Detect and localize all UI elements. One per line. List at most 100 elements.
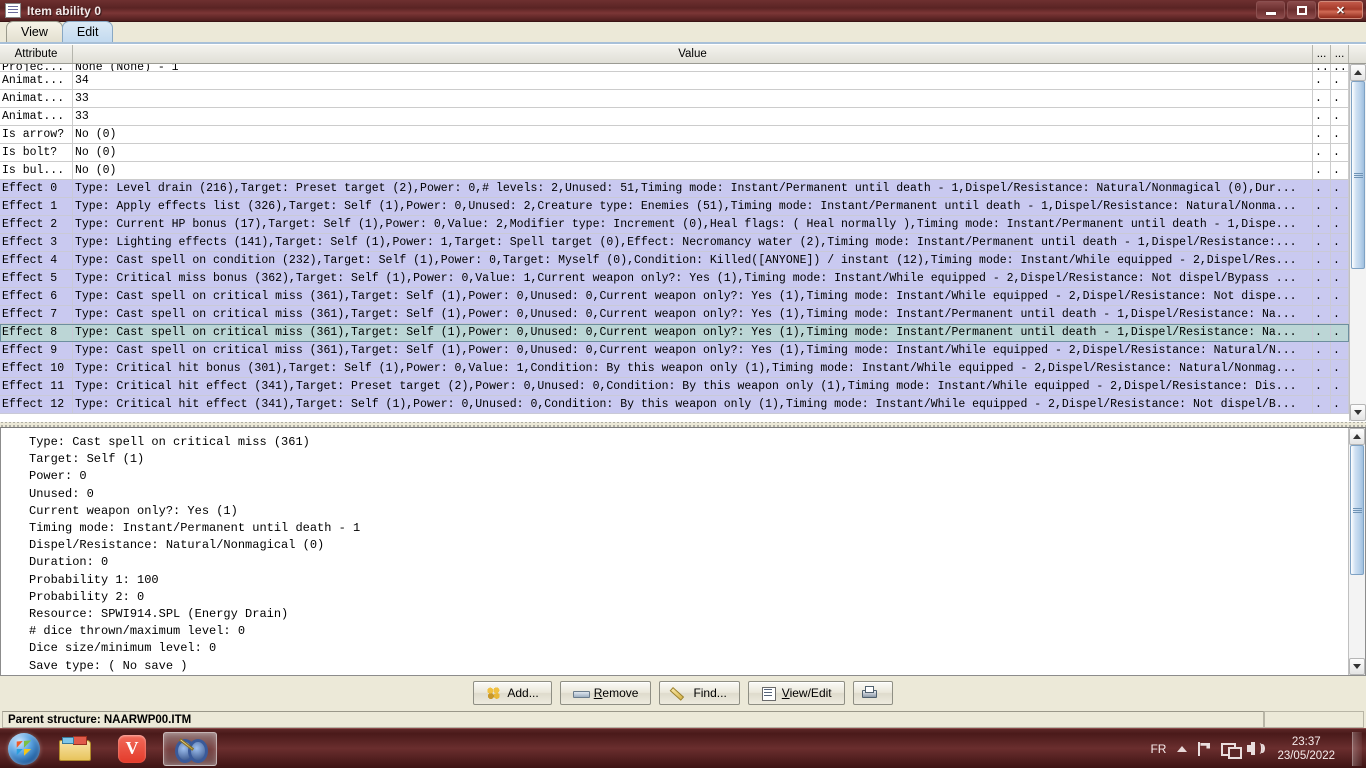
show-hidden-icons-icon[interactable]: [1177, 745, 1188, 752]
cell-value: 34: [73, 72, 1313, 90]
cell-value: Type: Lighting effects (141),Target: Sel…: [73, 234, 1313, 252]
print-button[interactable]: [852, 681, 893, 705]
column-header-extra-1[interactable]: ...: [1313, 45, 1331, 63]
tab-edit[interactable]: Edit: [61, 21, 114, 42]
view-edit-button[interactable]: View/Edit: [747, 681, 845, 705]
table-row[interactable]: Effect 9 Type: Cast spell on critical mis…: [0, 342, 1349, 360]
scroll-up-arrow-icon[interactable]: [1350, 64, 1366, 81]
find-button[interactable]: Find...: [659, 681, 740, 705]
show-desktop-button[interactable]: [1352, 731, 1362, 766]
cell-value: None (None) - 1: [73, 64, 1313, 72]
volume-icon[interactable]: [1247, 741, 1264, 756]
table-row[interactable]: Effect 7 Type: Cast spell on critical mis…: [0, 306, 1349, 324]
minimize-button[interactable]: [1256, 1, 1285, 19]
cell-attribute: Effect 9: [0, 342, 73, 360]
cell-extra-1: ...: [1313, 64, 1331, 72]
detail-scroll-up-arrow-icon[interactable]: [1349, 428, 1365, 445]
cell-extra-2: .: [1331, 144, 1349, 162]
cell-extra-2: .: [1331, 252, 1349, 270]
table-row[interactable]: Effect 2 Type: Current HP bonus (17),Targ…: [0, 216, 1349, 234]
find-icon: [672, 686, 687, 700]
detail-vertical-scrollbar[interactable]: [1348, 428, 1365, 675]
add-button[interactable]: Add...: [473, 681, 552, 705]
detail-line: Save type: ( No save ): [29, 658, 188, 673]
cell-attribute: Effect 7: [0, 306, 73, 324]
clock[interactable]: 23:37 23/05/2022: [1273, 735, 1339, 763]
table-body: Projec...None (None) - 1......Animat...3…: [0, 64, 1349, 421]
table-row[interactable]: Is bolt? No (0)..: [0, 144, 1349, 162]
find-button-label: Find...: [693, 686, 727, 700]
cell-extra-1: .: [1313, 234, 1331, 252]
table-scroll-thumb[interactable]: [1351, 81, 1365, 269]
column-header-extra-2[interactable]: ...: [1331, 45, 1349, 63]
table-row[interactable]: Effect 3 Type: Lighting effects (141),Tar…: [0, 234, 1349, 252]
table-row[interactable]: Effect 10 Type: Critical hit bonus (301),…: [0, 360, 1349, 378]
table-scroll-track[interactable]: [1350, 81, 1366, 404]
cell-value: Type: Apply effects list (326),Target: S…: [73, 198, 1313, 216]
taskbar: V FR 23:37 23/05/2022: [0, 728, 1366, 768]
detail-scroll-track[interactable]: [1349, 445, 1365, 658]
detail-line: Type: Cast spell on critical miss (361): [29, 435, 310, 449]
taskbar-item-explorer[interactable]: [47, 732, 101, 766]
table-row[interactable]: Effect 11 Type: Critical hit effect (341)…: [0, 378, 1349, 396]
cell-value: No (0): [73, 162, 1313, 180]
display-icon[interactable]: [1221, 742, 1243, 759]
cell-extra-1: .: [1313, 90, 1331, 108]
attributes-table: Attribute Value ... ... Projec... None (N…: [0, 44, 1366, 421]
table-row[interactable]: Effect 5 Type: Critical miss bonus (362),…: [0, 270, 1349, 288]
cell-attribute: Effect 12: [0, 396, 73, 414]
table-row[interactable]: Effect 12 Type: Critical hit effect (341)…: [0, 396, 1349, 414]
cell-attribute: Effect 2: [0, 216, 73, 234]
close-button[interactable]: ✕: [1318, 1, 1363, 19]
cell-attribute: Animat...: [0, 90, 73, 108]
start-button[interactable]: [5, 732, 43, 766]
table-row[interactable]: Effect 6 Type: Cast spell on critical mis…: [0, 288, 1349, 306]
taskbar-item-vivaldi[interactable]: V: [105, 732, 159, 766]
column-header-value[interactable]: Value: [73, 45, 1313, 63]
cell-extra-1: .: [1313, 126, 1331, 144]
cell-attribute: Effect 5: [0, 270, 73, 288]
table-row[interactable]: Effect 4 Type: Cast spell on condition (2…: [0, 252, 1349, 270]
cell-extra-1: .: [1313, 144, 1331, 162]
column-header-attribute[interactable]: Attribute: [0, 45, 73, 63]
detail-scroll-thumb[interactable]: [1350, 445, 1364, 575]
detail-scroll-down-arrow-icon[interactable]: [1349, 658, 1365, 675]
detail-line: Resource: SPWI914.SPL (Energy Drain): [29, 607, 289, 622]
cell-attribute: Is bolt?: [0, 144, 73, 162]
table-row[interactable]: Animat... 33..: [0, 90, 1349, 108]
cell-extra-2: .: [1331, 378, 1349, 396]
cell-extra-1: .: [1313, 288, 1331, 306]
cell-extra-2: .: [1331, 90, 1349, 108]
scroll-down-arrow-icon[interactable]: [1350, 404, 1366, 421]
view-edit-button-label: View/Edit: [781, 686, 832, 700]
tab-view[interactable]: View: [6, 21, 63, 42]
maximize-button[interactable]: [1287, 1, 1316, 19]
table-row[interactable]: Effect 1 Type: Apply effects list (326),T…: [0, 198, 1349, 216]
network-icon[interactable]: [1196, 741, 1212, 756]
cell-extra-1: .: [1313, 360, 1331, 378]
cell-value: Type: Critical hit effect (341),Target: …: [73, 378, 1313, 396]
close-icon: ✕: [1335, 4, 1346, 17]
table-row[interactable]: Projec...None (None) - 1......: [0, 64, 1349, 72]
table-row[interactable]: Is bul... No (0)..: [0, 162, 1349, 180]
cell-attribute: Effect 3: [0, 234, 73, 252]
cell-value: No (0): [73, 144, 1313, 162]
cell-attribute: Effect 8: [0, 324, 73, 342]
table-row[interactable]: Animat... 33..: [0, 108, 1349, 126]
table-vertical-scrollbar[interactable]: [1349, 64, 1366, 421]
minimize-icon: [1265, 11, 1276, 15]
cell-value: Type: Critical miss bonus (362),Target: …: [73, 270, 1313, 288]
table-row[interactable]: Is arrow? No (0)..: [0, 126, 1349, 144]
cell-value: Type: Cast spell on critical miss (361),…: [73, 288, 1313, 306]
table-row[interactable]: Animat... 34..: [0, 72, 1349, 90]
cell-extra-2: ...: [1331, 64, 1349, 72]
status-text: Parent structure: NAARWP00.ITM: [2, 710, 1264, 728]
detail-line: Power: 0: [29, 469, 87, 484]
language-indicator[interactable]: FR: [1150, 742, 1166, 756]
remove-button[interactable]: Remove: [559, 681, 652, 705]
table-row[interactable]: Effect 8 Type: Cast spell on critical mis…: [0, 324, 1349, 342]
taskbar-item-near-infinity[interactable]: [163, 731, 217, 766]
cell-attribute: Effect 6: [0, 288, 73, 306]
printer-icon: [861, 686, 877, 700]
table-row[interactable]: Effect 0 Type: Level drain (216),Target: …: [0, 180, 1349, 198]
